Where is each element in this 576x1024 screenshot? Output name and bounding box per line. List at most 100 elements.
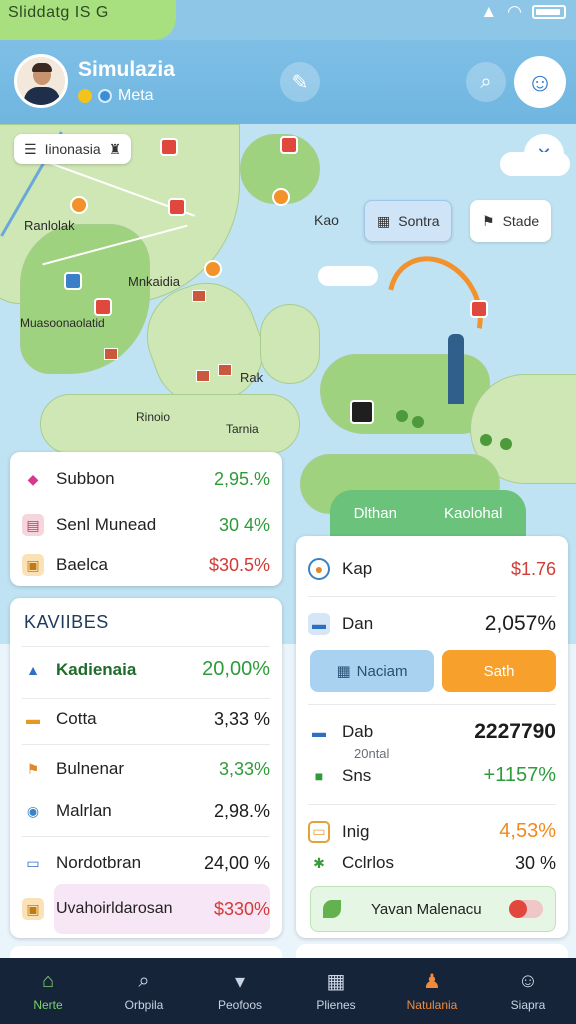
map-icon: ▦ [377,212,391,229]
detail-row[interactable]: ✱ Cclrlos 30 % [308,852,556,874]
tv-icon: ▭ [26,854,40,871]
map-place-label: Tarnia [226,422,259,436]
map-pin[interactable] [204,260,222,278]
tree-icon [412,416,424,428]
list-item[interactable]: ▲ Kadienaia 20,00% [22,658,270,681]
detail-row[interactable]: ▬ Dan 2,057% [308,612,556,636]
status-banner[interactable]: Yavan Malenacu [310,886,556,932]
nav-item-search[interactable]: ⌕ Orbpila [96,958,192,1024]
section-title: KAVIIBES [24,612,109,632]
tree-icon [480,434,492,446]
divider [22,744,270,745]
detail-value: 2227790 [474,720,556,743]
bottom-nav: ⌂ Nerte ⌕ Orbpila ▾ Peofoos ▦ Plienes ♟ … [0,958,576,1024]
detail-label: Dan [342,614,374,633]
map-pin[interactable] [350,400,374,424]
summary-row[interactable]: ▤ Senl Munead 30 4% [22,514,270,536]
sath-button[interactable]: Sath [442,650,556,692]
list-item[interactable]: ▬ Cotta 3,33 % [22,708,270,730]
region-tabs: Dlthan Kaolohal [330,490,526,536]
map-pin[interactable] [272,188,290,206]
summary-label: Senl Munead [56,515,157,534]
region-chip[interactable]: ☰ Iinonasia ♜ [14,134,132,164]
detail-label: Inig [342,821,370,841]
cloud [318,266,378,286]
map-pin[interactable] [94,298,112,316]
list-item[interactable]: ⚑ Bulnenar 3,33% [22,758,270,780]
map-place-label: Rak [240,370,264,385]
detail-row[interactable]: ▬ Dab 2227790 [308,720,556,744]
clipboard-icon: ▭ [308,820,330,843]
map-icon: ▦ [336,663,351,680]
divider [308,804,556,805]
summary-row[interactable]: ◆ Subbon 2,95.% [22,468,270,490]
battery-icon [532,5,566,19]
signal-icon: ▲ [480,2,498,21]
map-pin[interactable] [64,272,82,290]
nav-item-chat[interactable]: ▾ Peofoos [192,958,288,1024]
profile-button[interactable]: ☺ [514,56,566,108]
detail-label: Cclrlos [342,853,394,872]
tank-icon: ■ [314,767,324,784]
search-icon: ⌕ [138,969,150,992]
status-time: Sliddatg IS G [8,4,109,21]
map-pin[interactable] [70,196,88,214]
divider [22,836,270,837]
naciam-label: Naciam [356,662,408,680]
map-place-label: Ranlolak [24,218,75,233]
detail-row[interactable]: ■ Sns +1157% [308,764,556,787]
building-icon: ▤ [22,514,44,536]
detail-row[interactable]: ● Kap $1.76 [308,558,556,580]
nav-item-grid[interactable]: ▦ Plienes [288,958,384,1024]
crate-icon: ▣ [22,554,44,576]
location-icon: ● [308,558,330,580]
nav-label: Nerte [33,998,63,1012]
detail-label: Sns [342,765,372,785]
detail-row[interactable]: ▭ Inig 4,53% [308,820,556,843]
list-item-label: Uvahoirldarosan [56,900,173,917]
status-pill: Sliddatg IS G [0,0,176,40]
map-pin[interactable] [280,136,298,154]
stade-button[interactable]: ⚑ Stade [470,200,552,242]
edit-icon[interactable]: ✎ [280,62,320,102]
banner-toggle[interactable] [509,900,543,918]
list-item-label: Malrlan [56,801,112,820]
tab-kaolohal[interactable]: Kaolohal [444,505,502,522]
person-alert-icon: ♟ [423,970,441,993]
detail-value: 2,057% [484,612,556,635]
nav-item-alerts[interactable]: ♟ Natulania [384,958,480,1024]
app-header: Simulazia Meta ✎ ⌕ ☺ [0,40,576,124]
grid-icon: ▦ [326,970,346,993]
naciam-button[interactable]: ▦ Naciam [310,650,434,692]
truck-icon: ▬ [312,724,326,740]
avatar[interactable] [14,54,68,108]
flag-icon: ⚑ [26,760,40,777]
sath-label: Sath [483,662,515,680]
list-item-label: Kadienaia [56,659,137,679]
nav-label: Natulania [406,998,458,1012]
sontra-button[interactable]: ▦ Sontra [364,200,453,242]
nav-item-home[interactable]: ⌂ Nerte [0,958,96,1024]
house-icon [192,290,206,302]
list-item[interactable]: ▣ Uvahoirldarosan $330% [22,898,270,920]
nav-item-profile[interactable]: ☺ Siapra [480,958,576,1024]
status-bar: Sliddatg IS G ▲ ◠ [0,0,576,40]
truck-icon: ▬ [308,613,330,635]
tower-landmark [448,334,464,404]
map-pin[interactable] [470,300,488,318]
list-item[interactable]: ▭ Nordotbran 24,00 % [22,852,270,874]
map-pin[interactable] [160,138,178,156]
region-chip-label: Iinonasia [44,141,101,157]
map-pin[interactable] [168,198,186,216]
tab-dlthan[interactable]: Dlthan [354,505,397,522]
summary-row[interactable]: ▣ Baelca $30.5% [22,554,270,576]
summary-label: Subbon [56,469,115,488]
list-item[interactable]: ◉ Malrlan 2,98.% [22,800,270,822]
summary-label: Baelca [56,555,108,574]
map-place-label: Mnkaidia [128,274,181,289]
search-button[interactable]: ⌕ [466,62,506,102]
detail-value: 30 % [514,852,556,873]
lock-icon: ♜ [108,140,122,157]
land-mass [40,394,300,454]
leaf-icon [323,900,341,918]
